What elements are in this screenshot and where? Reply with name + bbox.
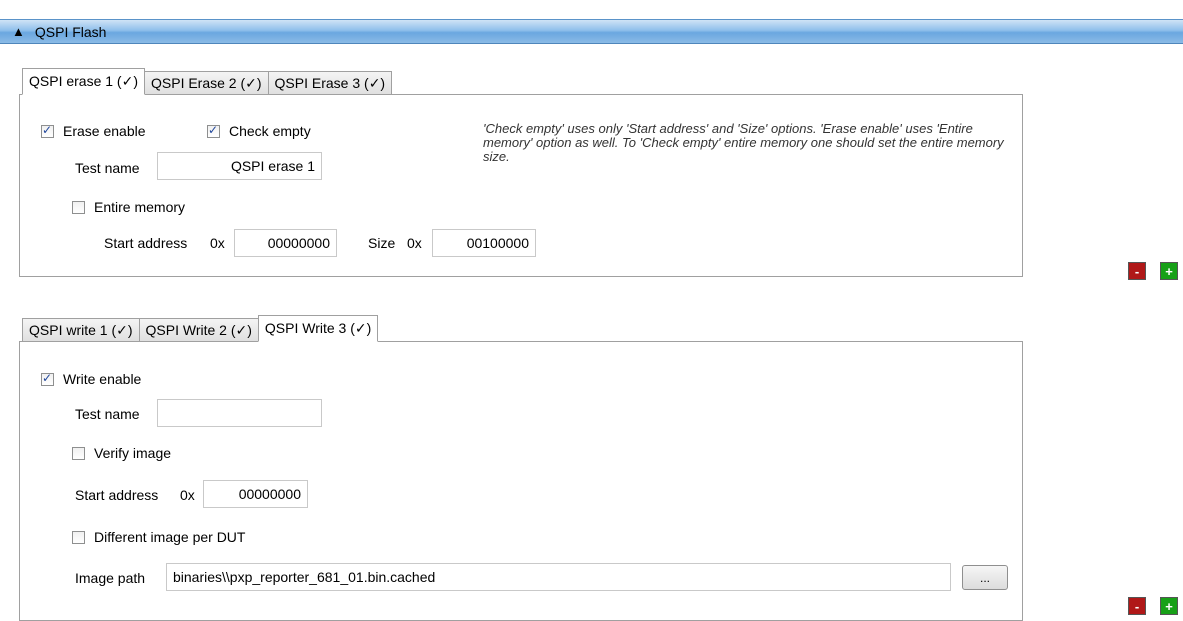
- erase-help-note: 'Check empty' uses only 'Start address' …: [483, 121, 1004, 164]
- tab-qspi-erase-2[interactable]: QSPI Erase 2 (✓): [144, 71, 269, 94]
- entire-memory-row: Entire memory: [72, 199, 185, 215]
- add-erase-button[interactable]: +: [1160, 262, 1178, 280]
- write-enable-label: Write enable: [63, 371, 142, 387]
- plus-icon: +: [1165, 263, 1173, 279]
- write-enable-checkbox[interactable]: [41, 371, 54, 386]
- verify-image-row: Verify image: [72, 445, 171, 461]
- check-empty-row: Check empty: [207, 123, 311, 139]
- tab-qspi-erase-3[interactable]: QSPI Erase 3 (✓): [267, 71, 393, 94]
- image-path-label: Image path: [75, 570, 146, 586]
- tab-qspi-erase-1[interactable]: QSPI erase 1 (✓): [22, 68, 145, 95]
- entire-memory-label: Entire memory: [94, 199, 186, 215]
- erase-enable-row: Erase enable: [41, 123, 146, 139]
- minus-icon: -: [1134, 598, 1140, 614]
- erase-enable-checkbox[interactable]: [41, 123, 54, 138]
- check-empty-label: Check empty: [229, 123, 311, 139]
- verify-image-checkbox[interactable]: [72, 446, 85, 460]
- tab-qspi-write-3[interactable]: QSPI Write 3 (✓): [257, 315, 379, 342]
- add-write-button[interactable]: +: [1160, 597, 1178, 615]
- erase-size-field[interactable]: 00100000: [432, 229, 536, 257]
- erase-enable-label: Erase enable: [63, 123, 146, 139]
- browse-label: ...: [979, 570, 990, 585]
- plus-icon: +: [1165, 598, 1173, 614]
- verify-image-label: Verify image: [94, 445, 172, 461]
- image-path-value: binaries\\pxp_reporter_681_01.bin.cached: [173, 569, 436, 585]
- write-start-address-field[interactable]: 00000000: [203, 480, 308, 508]
- erase-start-hex-prefix: 0x: [210, 235, 225, 251]
- write-start-address-label: Start address: [75, 487, 159, 503]
- browse-button[interactable]: ...: [962, 565, 1008, 590]
- tab-qspi-write-2[interactable]: QSPI Write 2 (✓): [138, 318, 259, 341]
- section-header-qspi-flash[interactable]: ▲ QSPI Flash: [0, 19, 1183, 44]
- erase-test-name-field[interactable]: QSPI erase 1: [157, 152, 322, 180]
- remove-write-button[interactable]: -: [1128, 597, 1146, 615]
- erase-size-value: 00100000: [466, 235, 529, 251]
- erase-size-hex-prefix: 0x: [407, 235, 422, 251]
- write-start-address-value: 00000000: [238, 486, 301, 502]
- tab-qspi-write-1[interactable]: QSPI write 1 (✓): [22, 318, 140, 341]
- erase-start-address-value: 00000000: [267, 235, 330, 251]
- erase-tabstrip: QSPI erase 1 (✓) QSPI Erase 2 (✓) QSPI E…: [22, 68, 393, 95]
- remove-erase-button[interactable]: -: [1128, 262, 1146, 280]
- image-path-field[interactable]: binaries\\pxp_reporter_681_01.bin.cached: [166, 563, 951, 591]
- erase-start-address-label: Start address: [104, 235, 188, 251]
- erase-size-label: Size: [368, 235, 396, 251]
- erase-test-name-value: QSPI erase 1: [230, 158, 315, 174]
- different-image-row: Different image per DUT: [72, 529, 245, 545]
- write-start-hex-prefix: 0x: [180, 487, 195, 503]
- collapse-arrow-icon[interactable]: ▲: [12, 25, 25, 38]
- erase-start-address-field[interactable]: 00000000: [234, 229, 337, 257]
- check-empty-checkbox[interactable]: [207, 123, 220, 138]
- write-test-name-field[interactable]: [157, 399, 322, 427]
- section-title: QSPI Flash: [34, 23, 107, 40]
- erase-test-name-label: Test name: [75, 160, 140, 176]
- write-test-name-label: Test name: [75, 406, 140, 422]
- write-tabstrip: QSPI write 1 (✓) QSPI Write 2 (✓) QSPI W…: [22, 315, 379, 342]
- different-image-label: Different image per DUT: [94, 529, 246, 545]
- minus-icon: -: [1134, 263, 1140, 279]
- write-enable-row: Write enable: [41, 371, 141, 387]
- different-image-checkbox[interactable]: [72, 530, 85, 544]
- entire-memory-checkbox[interactable]: [72, 200, 85, 214]
